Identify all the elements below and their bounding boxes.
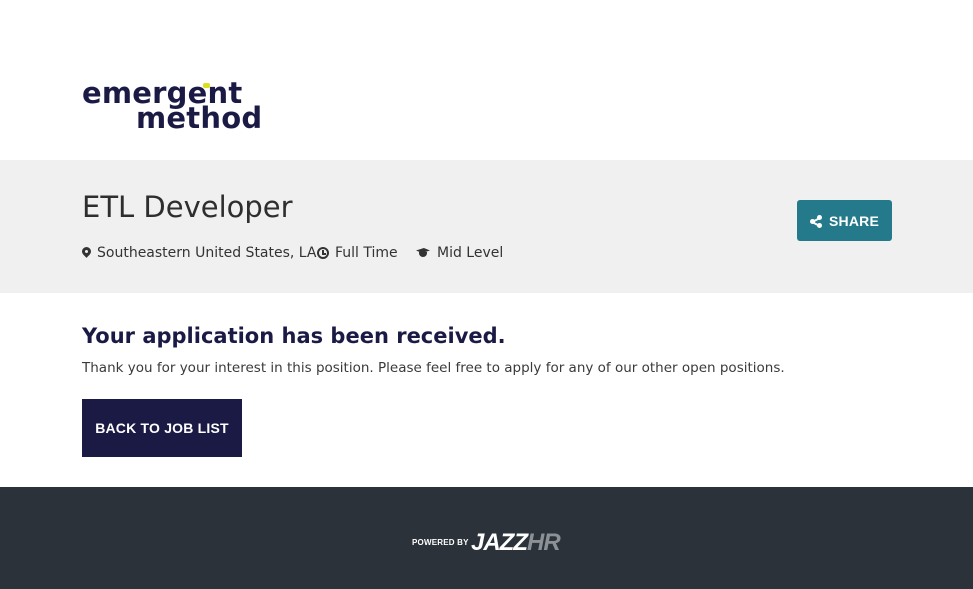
back-to-job-list-label: BACK TO JOB LIST bbox=[95, 420, 229, 436]
job-location-text: Southeastern United States, LA bbox=[97, 245, 317, 261]
jazzhr-logo[interactable]: JAZZHR bbox=[471, 529, 561, 556]
job-type-text: Full Time bbox=[335, 245, 398, 261]
job-level: Mid Level bbox=[415, 243, 503, 263]
job-location: Southeastern United States, LA bbox=[82, 243, 317, 263]
clock-icon bbox=[317, 247, 329, 259]
share-icon bbox=[809, 214, 822, 228]
job-type: Full Time bbox=[317, 243, 398, 263]
confirmation-message: Thank you for your interest in this posi… bbox=[82, 360, 785, 376]
powered-by-text: POWERED BY bbox=[412, 538, 469, 547]
back-to-job-list-button[interactable]: BACK TO JOB LIST bbox=[82, 399, 242, 457]
company-logo[interactable]: emergent method bbox=[82, 78, 272, 134]
jazzhr-logo-suffix: HR bbox=[527, 529, 561, 556]
share-button-label: SHARE bbox=[828, 212, 879, 229]
job-title: ETL Developer bbox=[82, 190, 293, 224]
jazzhr-logo-main: JAZZ bbox=[471, 529, 528, 556]
share-button[interactable]: SHARE bbox=[797, 200, 892, 241]
graduation-cap-icon bbox=[415, 247, 431, 259]
confirmation-heading: Your application has been received. bbox=[82, 324, 506, 348]
logo-line-2: method bbox=[136, 101, 263, 135]
map-pin-icon bbox=[82, 247, 91, 260]
logo-accent-dot bbox=[203, 83, 210, 88]
job-level-text: Mid Level bbox=[437, 245, 504, 261]
